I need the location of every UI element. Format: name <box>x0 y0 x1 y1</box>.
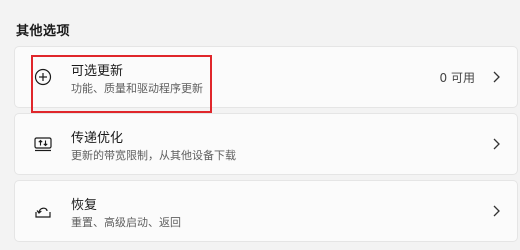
recovery-icon <box>35 207 51 218</box>
chevron-right-icon <box>493 138 500 150</box>
delivery-optimization-icon <box>34 137 52 152</box>
optional-updates-count: 0 可用 <box>439 71 475 85</box>
recovery-title: 恢复 <box>71 198 98 213</box>
delivery-optimization-title: 传递优化 <box>71 131 124 146</box>
section-title: 其他选项 <box>16 24 71 39</box>
recovery-card[interactable]: 恢复 重置、高级启动、返回 <box>14 180 518 242</box>
optional-updates-card[interactable]: 可选更新 功能、质量和驱动程序更新 0 可用 <box>14 46 518 108</box>
delivery-optimization-card[interactable]: 传递优化 更新的带宽限制，从其他设备下载 <box>14 113 518 175</box>
chevron-right-icon <box>493 71 500 83</box>
delivery-optimization-subtitle: 更新的带宽限制，从其他设备下载 <box>71 149 236 162</box>
optional-updates-subtitle: 功能、质量和驱动程序更新 <box>71 82 203 95</box>
plus-circle-icon <box>34 68 52 86</box>
recovery-subtitle: 重置、高级启动、返回 <box>71 216 181 229</box>
optional-updates-title: 可选更新 <box>71 64 124 79</box>
chevron-right-icon <box>493 205 500 217</box>
